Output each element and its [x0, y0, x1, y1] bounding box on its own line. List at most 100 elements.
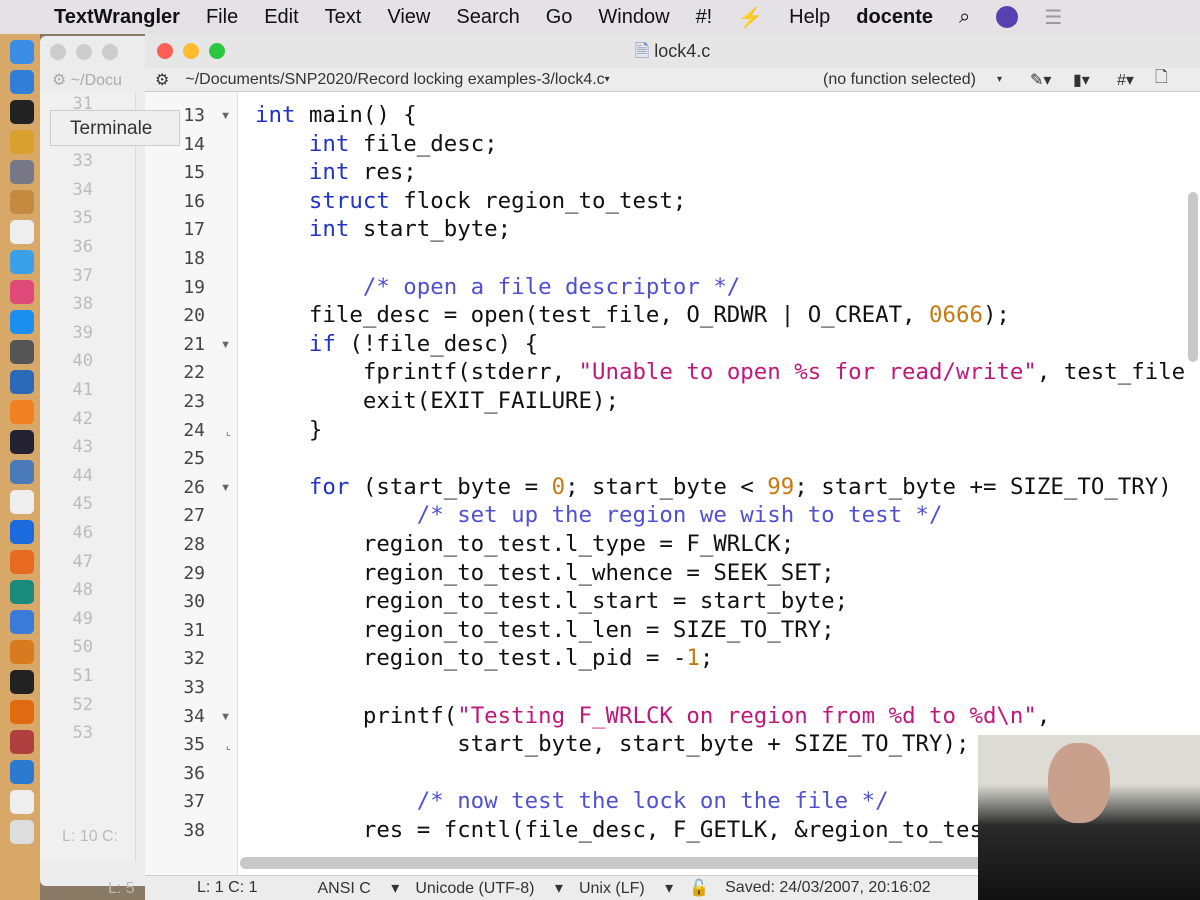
menu-go[interactable]: Go: [546, 6, 573, 29]
menu-view[interactable]: View: [387, 6, 430, 29]
dock-app-icon[interactable]: [10, 730, 34, 754]
line-number: 22: [183, 362, 205, 384]
bg-line-number: 41: [72, 380, 93, 400]
code-token: (start_byte =: [349, 473, 552, 500]
encoding-menu[interactable]: Unicode (UTF-8) ▾: [415, 878, 563, 898]
language-menu[interactable]: ANSI C ▾: [317, 878, 399, 898]
menu-file[interactable]: File: [206, 6, 238, 29]
line-number: 35: [183, 734, 205, 756]
code-line: fprintf(stderr, "Unable to open %s for r…: [255, 359, 1185, 385]
zoom-button[interactable]: [209, 43, 225, 59]
function-menu[interactable]: (no function selected): [823, 71, 976, 89]
menu-bar: TextWrangler File Edit Text View Search …: [0, 0, 1200, 34]
dock-app-icon[interactable]: [10, 760, 34, 784]
hash-icon[interactable]: #▾: [1117, 70, 1134, 90]
line-number: 24: [183, 419, 205, 441]
dock-app-icon[interactable]: [10, 220, 34, 244]
dock-app-icon[interactable]: [10, 70, 34, 94]
fold-end-icon[interactable]: ⌞: [226, 739, 231, 752]
menu-scripts[interactable]: #!: [696, 6, 713, 29]
line-number: 13: [183, 105, 205, 126]
path-menu[interactable]: ~/Documents/SNP2020/Record locking examp…: [185, 71, 604, 89]
menu-edit[interactable]: Edit: [264, 6, 298, 29]
dock: [0, 34, 40, 900]
menu-text[interactable]: Text: [325, 6, 362, 29]
menu-help[interactable]: Help: [789, 6, 830, 29]
dock-app-icon[interactable]: [10, 550, 34, 574]
dock-app-icon[interactable]: [10, 610, 34, 634]
bg-gutter: 3132333435363738394041424344454647484950…: [40, 92, 136, 862]
code-line: for (start_byte = 0; start_byte < 99; st…: [255, 474, 1172, 500]
menu-search[interactable]: Search: [456, 6, 519, 29]
bg-status: L: 10 C:: [62, 828, 119, 845]
line-number: 16: [183, 190, 205, 212]
dock-app-icon[interactable]: [10, 820, 34, 844]
dock-app-icon[interactable]: [10, 130, 34, 154]
dock-app-icon[interactable]: [10, 580, 34, 604]
documents-icon[interactable]: ▮▾: [1073, 70, 1090, 90]
dock-app-icon[interactable]: [10, 280, 34, 304]
line-number: 31: [183, 619, 205, 641]
spotlight-icon[interactable]: ⌕: [959, 6, 970, 29]
code-token: "Unable to open %s for read/write": [578, 359, 1037, 386]
fold-triangle-icon[interactable]: ▼: [220, 339, 231, 351]
dock-app-icon[interactable]: [10, 460, 34, 484]
cursor-position[interactable]: L: 1 C: 1: [197, 879, 257, 897]
script-icon[interactable]: ⚡: [738, 5, 763, 30]
dock-app-icon[interactable]: [10, 700, 34, 724]
dock-app-icon[interactable]: [10, 670, 34, 694]
dock-app-icon[interactable]: [10, 40, 34, 64]
page-icon[interactable]: 🗋: [1155, 66, 1168, 93]
bg-line-number: 36: [72, 237, 93, 257]
dock-app-icon[interactable]: [10, 490, 34, 514]
bg-line-number: 44: [72, 465, 93, 486]
user-menu[interactable]: docente: [856, 6, 933, 29]
code-line: if (!file_desc) {: [255, 331, 538, 357]
dock-app-icon[interactable]: [10, 340, 34, 364]
fold-triangle-icon[interactable]: ▼: [220, 711, 231, 723]
notification-center-icon[interactable]: ☰: [1044, 5, 1062, 30]
code-token: 99: [767, 473, 795, 500]
code-token: region_to_test.l_pid = -: [255, 645, 687, 672]
code-line: region_to_test.l_start = start_byte;: [255, 588, 848, 614]
dock-app-icon[interactable]: [10, 520, 34, 544]
line-number: 29: [183, 562, 205, 584]
dock-app-icon[interactable]: [10, 790, 34, 814]
dock-app-icon[interactable]: [10, 370, 34, 394]
fold-end-icon[interactable]: ⌞: [226, 425, 231, 438]
background-window[interactable]: ⚙ ~/Docu 3132333435363738394041424344454…: [40, 36, 160, 897]
line-number: 28: [183, 534, 205, 555]
vertical-scrollbar[interactable]: [1188, 192, 1198, 362]
close-button[interactable]: [157, 43, 173, 59]
code-token: int: [308, 216, 350, 243]
minimize-button[interactable]: [183, 43, 199, 59]
app-menu[interactable]: TextWrangler: [54, 6, 180, 29]
marker-icon[interactable]: ✎▾: [1030, 70, 1051, 90]
dock-app-icon[interactable]: [10, 400, 34, 424]
siri-icon[interactable]: [996, 6, 1019, 28]
menu-window[interactable]: Window: [598, 6, 669, 29]
lock-icon[interactable]: 🔓: [689, 878, 709, 898]
code-token: start_byte, start_byte + SIZE_TO_TRY);: [255, 731, 970, 758]
dock-app-icon[interactable]: [10, 190, 34, 214]
code-token: 0: [551, 473, 566, 500]
code-token: res;: [349, 159, 417, 186]
gear-icon: ⚙: [52, 72, 67, 89]
dock-app-icon[interactable]: [10, 160, 34, 184]
fold-triangle-icon[interactable]: ▼: [220, 482, 231, 494]
bg-line-number: 33: [72, 151, 93, 172]
dock-app-icon[interactable]: [10, 640, 34, 664]
bg-status-2: L: 5: [108, 880, 135, 897]
code-token: if: [308, 330, 336, 357]
dock-app-icon[interactable]: [10, 250, 34, 274]
code-token: );: [982, 302, 1010, 329]
gear-icon[interactable]: ⚙: [155, 70, 169, 90]
code-line: /* open a file descriptor */: [255, 274, 740, 300]
dock-app-icon[interactable]: [10, 100, 34, 124]
dock-app-icon[interactable]: [10, 430, 34, 454]
dock-app-icon[interactable]: [10, 310, 34, 334]
fold-triangle-icon[interactable]: ▼: [220, 110, 231, 122]
line-endings-menu[interactable]: Unix (LF) ▾: [579, 878, 673, 898]
code-token: region_to_test.l_type = F_WRLCK;: [255, 531, 795, 557]
